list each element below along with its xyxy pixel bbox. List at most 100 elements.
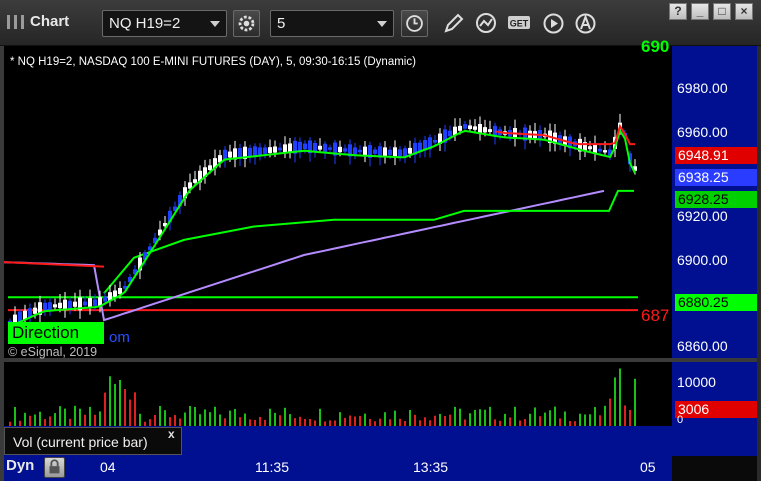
volume-bar — [304, 418, 306, 426]
volume-bar — [29, 415, 31, 426]
volume-bar — [169, 417, 171, 426]
candle — [193, 179, 197, 183]
volume-bar — [244, 413, 246, 426]
volume-bar — [179, 418, 181, 426]
volume-bar — [384, 412, 386, 426]
time-button[interactable] — [401, 10, 428, 37]
volume-bar — [484, 409, 486, 426]
candle — [43, 302, 47, 311]
volume-bar — [289, 414, 291, 426]
volume-bar — [614, 377, 616, 426]
volume-bar — [609, 398, 611, 426]
volume-bar — [79, 408, 81, 426]
lock-icon — [49, 459, 60, 474]
volume-chart-svg — [9, 368, 636, 426]
studies-button[interactable] — [473, 10, 500, 37]
volume-bar — [559, 418, 561, 426]
play-icon — [543, 13, 564, 34]
candle — [488, 129, 492, 132]
volume-study-tab[interactable]: Vol (current price bar) — [4, 427, 182, 455]
candle — [388, 149, 392, 156]
settings-button[interactable] — [233, 10, 260, 37]
volume-bar — [284, 407, 286, 426]
candle — [458, 125, 462, 131]
volume-bar — [564, 411, 566, 426]
minimize-window-button[interactable]: _ — [691, 3, 709, 20]
volume-bar — [209, 412, 211, 426]
interval-input[interactable]: 5 — [270, 10, 394, 37]
volume-bar — [479, 409, 481, 426]
price-tick-label: 6920.00 — [677, 208, 728, 224]
candle — [373, 149, 377, 154]
volume-bar — [534, 407, 536, 426]
volume-bar — [124, 389, 126, 426]
get-data-button[interactable]: GET — [506, 10, 533, 37]
candle — [258, 147, 262, 155]
lock-button[interactable] — [44, 457, 65, 478]
candle — [33, 307, 37, 314]
volume-bar — [119, 379, 121, 426]
time-label: 04 — [100, 459, 116, 475]
volume-bar — [64, 408, 66, 426]
volume-bar — [454, 406, 456, 426]
volume-bar — [594, 407, 596, 426]
candle — [313, 142, 317, 152]
maximize-window-button[interactable]: □ — [713, 3, 731, 20]
volume-bar — [59, 406, 61, 426]
time-label: 11:35 — [255, 459, 289, 475]
interval-dropdown-icon[interactable] — [377, 21, 387, 27]
volume-bar — [439, 413, 441, 426]
volume-bar — [634, 378, 636, 426]
price-tick-label: 6900.00 — [677, 252, 728, 268]
candle — [103, 296, 107, 302]
volume-bar — [239, 417, 241, 426]
direction-label[interactable]: Direction — [8, 322, 104, 344]
candle — [598, 148, 602, 152]
candle — [273, 146, 277, 153]
volume-bar — [424, 417, 426, 426]
help-window-button[interactable]: ? — [669, 3, 687, 20]
alert-button[interactable] — [572, 10, 599, 37]
top-green-label: 690 — [641, 37, 670, 56]
time-axis-corner — [672, 456, 757, 481]
price-badge-reference: 6880.25 — [675, 294, 757, 311]
get-label: GET — [510, 19, 529, 29]
close-window-button[interactable]: × — [735, 3, 753, 20]
volume-bar — [434, 415, 436, 426]
volume-bar — [599, 415, 601, 426]
candle — [58, 302, 62, 309]
dynamic-label[interactable]: Dyn — [6, 457, 34, 474]
volume-bar — [74, 405, 76, 426]
volume-bar — [444, 416, 446, 426]
volume-bar — [129, 399, 131, 426]
window-edge — [757, 46, 761, 481]
volume-bar — [189, 406, 191, 426]
volume-bar — [494, 419, 496, 426]
volume-bar — [154, 415, 156, 426]
play-button[interactable] — [540, 10, 567, 37]
volume-bar — [489, 406, 491, 426]
candle — [358, 149, 362, 153]
candle — [483, 127, 487, 133]
symbol-dropdown-icon[interactable] — [210, 21, 220, 27]
volume-badge: 3006 — [675, 401, 757, 418]
volume-bar — [504, 413, 506, 426]
volume-bar — [344, 417, 346, 426]
volume-bar — [204, 409, 206, 426]
volume-close-icon[interactable]: x — [168, 427, 175, 441]
price-tick-label: 6960.00 — [677, 124, 728, 140]
symbol-input[interactable]: NQ H19=2 — [102, 10, 227, 37]
candle — [53, 304, 57, 308]
candle — [228, 151, 232, 158]
volume-bar — [214, 406, 216, 426]
volume-bar — [514, 406, 516, 426]
draw-button[interactable] — [440, 10, 467, 37]
price-chart-panel[interactable] — [3, 46, 672, 358]
volume-panel[interactable] — [4, 362, 672, 426]
candle — [68, 300, 72, 309]
candle — [318, 145, 322, 150]
volume-tick-label: 10000 — [677, 374, 716, 390]
study-chart-icon — [476, 13, 496, 33]
candle — [323, 143, 327, 153]
candle — [588, 146, 592, 150]
